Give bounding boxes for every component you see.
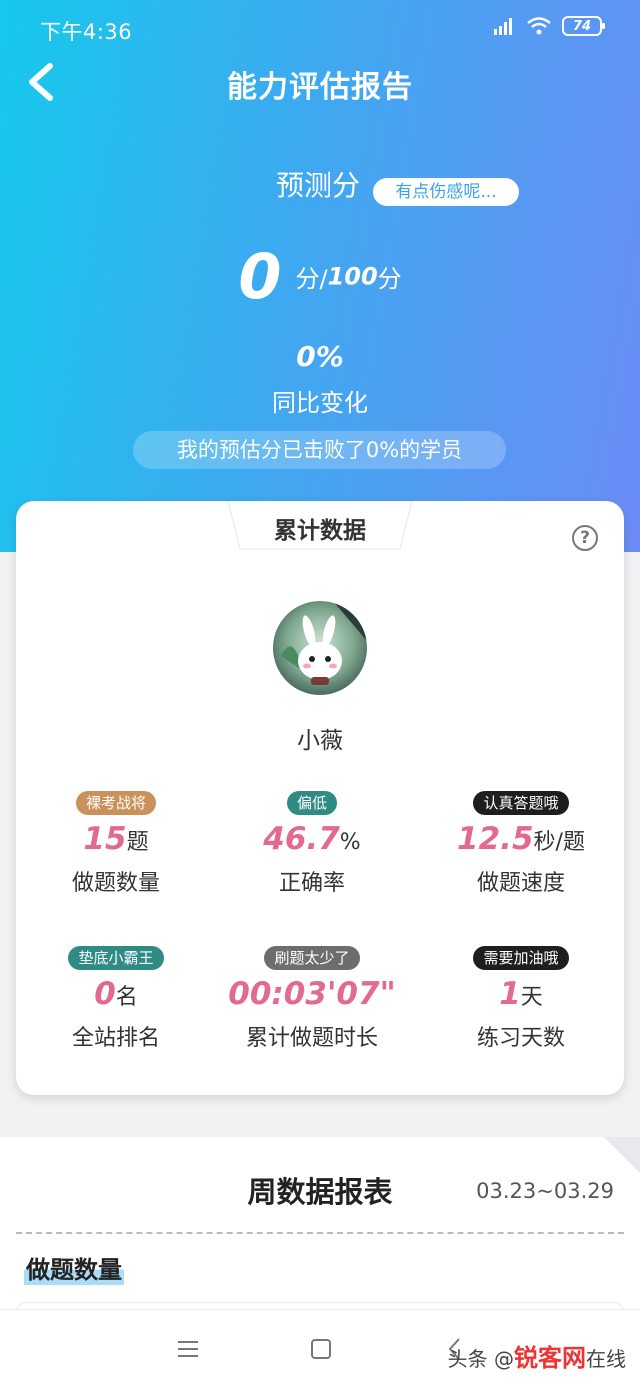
- score-unit-suffix: 分: [377, 265, 402, 293]
- predicted-score: 0: [238, 240, 282, 313]
- watermark-suffix: 在线: [586, 1347, 626, 1371]
- stat-badge: 认真答题哦: [473, 791, 569, 815]
- dashed-divider: [16, 1232, 624, 1234]
- mood-badge: 有点伤感呢...: [373, 178, 519, 206]
- score-total: 100: [327, 262, 378, 291]
- section-title: 做题数量: [24, 1250, 124, 1285]
- signal-icon: [494, 18, 512, 35]
- prediction-label: 预测分: [276, 169, 361, 202]
- watermark-prefix: 头条 @: [447, 1347, 514, 1371]
- stat-accuracy: 偏低 46.7% 正确率: [212, 791, 412, 897]
- watermark-brand: 锐客网: [514, 1344, 586, 1372]
- stat-value: 0: [94, 976, 116, 1012]
- change-value: 0%: [296, 340, 344, 373]
- stat-label: 累计做题时长: [245, 1026, 378, 1051]
- help-icon[interactable]: ?: [572, 525, 598, 551]
- status-time: 下午4:36: [40, 20, 133, 44]
- wifi-icon: [527, 17, 551, 35]
- cumulative-data-card: 累计数据 ? 小薇 裸考战将 15题 做题数量 偏低 46.7% 正确率 认真答…: [16, 501, 624, 1095]
- stat-label: 做题速度: [476, 871, 565, 896]
- stat-badge: 偏低: [286, 791, 337, 815]
- score-unit-prefix: 分/: [295, 265, 328, 293]
- weekly-date-range: 03.23~03.29: [476, 1179, 614, 1203]
- weekly-report-section: 周数据报表 03.23~03.29 做题数量: [0, 1137, 640, 1337]
- watermark: 头条 @锐客网在线: [448, 1338, 626, 1373]
- stat-unit: 天: [520, 985, 543, 1010]
- avatar[interactable]: [273, 601, 367, 695]
- nav-bar: 能力评估报告: [0, 58, 640, 106]
- battery-icon: 74: [562, 16, 605, 36]
- stat-unit: 题: [126, 830, 149, 855]
- status-icons: 74: [492, 16, 605, 36]
- stat-badge: 刷题太少了: [264, 946, 360, 970]
- stat-unit: %: [339, 830, 361, 855]
- stat-label: 全站排名: [71, 1026, 160, 1051]
- stat-value: 1: [499, 976, 521, 1012]
- page-fold-decoration: [604, 1137, 640, 1173]
- card-tab: 累计数据: [228, 501, 412, 551]
- stat-value: 12.5: [457, 821, 534, 857]
- stat-unit: 名: [115, 985, 138, 1010]
- stat-question-count: 裸考战将 15题 做题数量: [16, 791, 216, 897]
- stat-practice-days: 需要加油哦 1天 练习天数: [421, 946, 621, 1052]
- score-row: 0 分/100分: [0, 240, 640, 313]
- stat-speed: 认真答题哦 12.5秒/题 做题速度: [421, 791, 621, 897]
- stat-label: 练习天数: [476, 1026, 565, 1051]
- menu-icon[interactable]: [176, 1336, 202, 1362]
- stat-unit: 秒/题: [533, 830, 585, 855]
- stat-total-time: 刷题太少了 00:03'07" 累计做题时长: [212, 946, 412, 1052]
- stat-label: 正确率: [278, 871, 345, 896]
- stat-badge: 裸考战将: [75, 791, 156, 815]
- card-tab-title: 累计数据: [274, 518, 366, 544]
- system-nav-bar: 头条 @锐客网在线: [0, 1309, 640, 1387]
- beat-percentage-pill: 我的预估分已击败了0%的学员: [133, 431, 506, 469]
- hero-header: 下午4:36 74 能力评估报告 预测分 有点伤感呢... 0 分/100分 0%…: [0, 0, 640, 552]
- stat-value: 00:03'07": [228, 976, 396, 1012]
- stat-value: 15: [83, 821, 127, 857]
- stat-ranking: 垫底小霸王 0名 全站排名: [16, 946, 216, 1052]
- username: 小薇: [297, 728, 343, 754]
- bunny-avatar-image: [273, 601, 367, 695]
- home-icon[interactable]: [308, 1336, 334, 1362]
- stat-badge: 垫底小霸王: [68, 946, 164, 970]
- stat-label: 做题数量: [71, 871, 160, 896]
- status-bar: 下午4:36 74: [0, 0, 640, 58]
- stat-badge: 需要加油哦: [473, 946, 569, 970]
- change-label: 同比变化: [272, 389, 368, 417]
- stat-value: 46.7: [263, 821, 340, 857]
- page-title: 能力评估报告: [227, 70, 413, 105]
